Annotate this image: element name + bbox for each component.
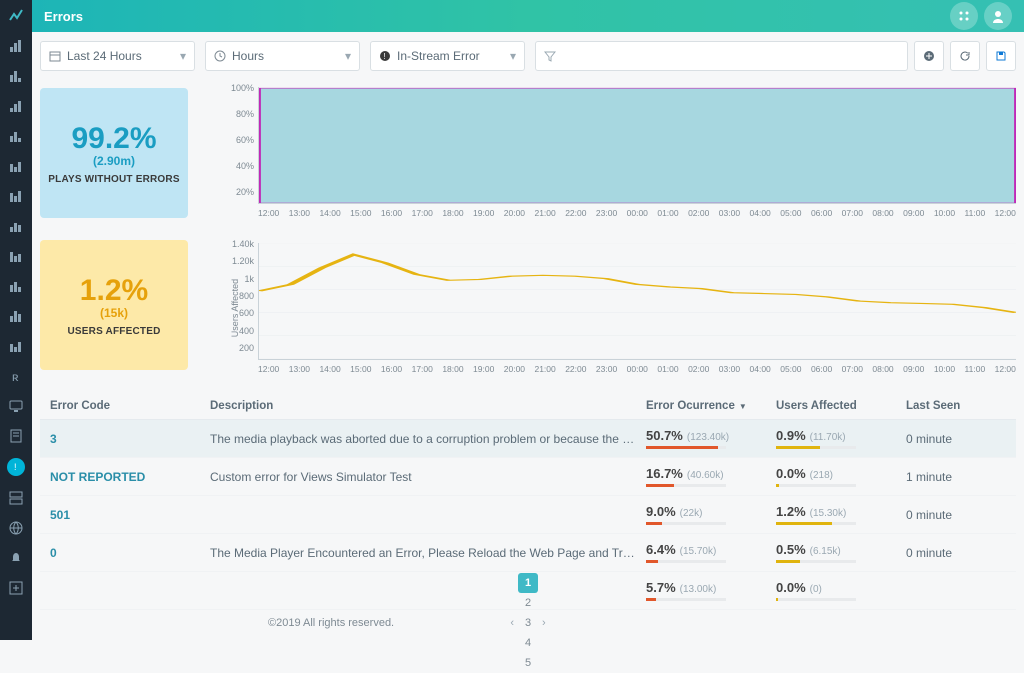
clock-icon bbox=[214, 50, 226, 62]
plays-label: PLAYS WITHOUT ERRORS bbox=[48, 174, 179, 185]
users-label: USERS AFFECTED bbox=[68, 326, 161, 337]
cell-seen: 0 minute bbox=[906, 432, 1016, 446]
cell-affected: 0.5%(6.15k) bbox=[776, 542, 906, 563]
topbar: Errors bbox=[32, 0, 1024, 32]
granularity-select[interactable]: Hours ▾ bbox=[205, 41, 360, 71]
page-prev[interactable]: ‹ bbox=[510, 617, 514, 629]
page-next[interactable]: › bbox=[542, 617, 546, 629]
sidebar-add-icon[interactable] bbox=[8, 580, 24, 596]
table-row[interactable]: 0The Media Player Encountered an Error, … bbox=[40, 534, 1016, 572]
plays-count: (2.90m) bbox=[93, 154, 135, 168]
warning-icon: ! bbox=[379, 50, 391, 62]
cell-seen: 0 minute bbox=[906, 508, 1016, 522]
sidebar-bar-icon-8[interactable] bbox=[8, 248, 24, 264]
page-4[interactable]: 4 bbox=[518, 633, 538, 653]
cell-occurrence: 9.0%(22k) bbox=[646, 504, 776, 525]
cell-desc: The media playback was aborted due to a … bbox=[210, 432, 646, 446]
svg-text:ʀ: ʀ bbox=[12, 370, 19, 383]
cell-seen: 1 minute bbox=[906, 470, 1016, 484]
page-5[interactable]: 5 bbox=[518, 653, 538, 673]
col-last-seen[interactable]: Last Seen bbox=[906, 400, 1016, 412]
svg-text:!: ! bbox=[384, 52, 386, 61]
cell-seen: 0 minute bbox=[906, 546, 1016, 560]
sidebar: ʀ ! bbox=[0, 0, 32, 640]
cell-occurrence: 16.7%(40.60k) bbox=[646, 466, 776, 487]
cell-occurrence: 50.7%(123.40k) bbox=[646, 428, 776, 449]
granularity-label: Hours bbox=[232, 49, 264, 63]
sidebar-bar-icon-9[interactable] bbox=[8, 278, 24, 294]
cell-affected: 0.9%(11.70k) bbox=[776, 428, 906, 449]
sidebar-bar-icon-11[interactable] bbox=[8, 338, 24, 354]
sidebar-alert-icon[interactable]: ! bbox=[7, 458, 25, 476]
plays-chart: 100%80%60%40%20% 12:0013:0014:0015:0016:… bbox=[210, 82, 1016, 222]
footer: ©2019 All rights reserved. ‹ 12345 › bbox=[32, 606, 1024, 640]
sidebar-r-icon[interactable]: ʀ bbox=[8, 368, 24, 384]
sidebar-doc-icon[interactable] bbox=[8, 428, 24, 444]
page-title: Errors bbox=[44, 9, 83, 24]
cell-code: NOT REPORTED bbox=[40, 470, 210, 484]
col-description[interactable]: Description bbox=[210, 400, 646, 412]
sidebar-layout-icon[interactable] bbox=[8, 490, 24, 506]
table-row[interactable]: 3The media playback was aborted due to a… bbox=[40, 420, 1016, 458]
error-type-select[interactable]: ! In-Stream Error ▾ bbox=[370, 41, 525, 71]
user-avatar-icon[interactable] bbox=[984, 2, 1012, 30]
calendar-icon bbox=[49, 50, 61, 62]
cell-occurrence: 5.7%(13.00k) bbox=[646, 580, 776, 601]
sidebar-bell-icon[interactable] bbox=[8, 550, 24, 566]
users-card: 1.2% (15k) USERS AFFECTED bbox=[40, 240, 188, 370]
sidebar-bar-icon-2[interactable] bbox=[8, 68, 24, 84]
page-1[interactable]: 1 bbox=[518, 573, 538, 593]
cell-affected: 1.2%(15.30k) bbox=[776, 504, 906, 525]
sidebar-monitor-icon[interactable] bbox=[8, 398, 24, 414]
copyright: ©2019 All rights reserved. bbox=[268, 617, 394, 629]
cell-occurrence: 6.4%(15.70k) bbox=[646, 542, 776, 563]
table-row[interactable]: 501 9.0%(22k)1.2%(15.30k)0 minute bbox=[40, 496, 1016, 534]
sidebar-bar-icon-4[interactable] bbox=[8, 128, 24, 144]
table-header: Error Code Description Error Ocurrence▼ … bbox=[40, 392, 1016, 420]
sidebar-logo-icon[interactable] bbox=[8, 8, 24, 24]
users-count: (15k) bbox=[100, 306, 128, 320]
apps-icon[interactable] bbox=[950, 2, 978, 30]
sort-desc-icon: ▼ bbox=[739, 402, 747, 411]
sidebar-bar-icon-6[interactable] bbox=[8, 188, 24, 204]
col-error-code[interactable]: Error Code bbox=[40, 400, 210, 412]
plays-card: 99.2% (2.90m) PLAYS WITHOUT ERRORS bbox=[40, 88, 188, 218]
table-row[interactable]: NOT REPORTEDCustom error for Views Simul… bbox=[40, 458, 1016, 496]
filter-icon bbox=[544, 50, 556, 62]
error-type-label: In-Stream Error bbox=[397, 49, 480, 63]
sidebar-bar-icon-1[interactable] bbox=[8, 38, 24, 54]
time-range-select[interactable]: Last 24 Hours ▾ bbox=[40, 41, 195, 71]
page-3[interactable]: 3 bbox=[518, 613, 538, 633]
chevron-down-icon: ▾ bbox=[180, 49, 186, 63]
chevron-down-icon: ▾ bbox=[345, 49, 351, 63]
refresh-button[interactable] bbox=[950, 41, 980, 71]
users-chart: Users Affected 1.40k1.20k1k800600400200 … bbox=[210, 238, 1016, 378]
plays-value: 99.2% bbox=[71, 122, 156, 156]
sidebar-bar-icon-10[interactable] bbox=[8, 308, 24, 324]
sidebar-bar-icon-3[interactable] bbox=[8, 98, 24, 114]
cell-code: 3 bbox=[40, 432, 210, 446]
cell-code: 0 bbox=[40, 546, 210, 560]
page-2[interactable]: 2 bbox=[518, 593, 538, 613]
add-button[interactable] bbox=[914, 41, 944, 71]
cell-desc: The Media Player Encountered an Error, P… bbox=[210, 546, 646, 560]
content-area: 99.2% (2.90m) PLAYS WITHOUT ERRORS 1.2% … bbox=[40, 82, 1016, 606]
users-value: 1.2% bbox=[80, 274, 148, 308]
filter-input[interactable] bbox=[535, 41, 908, 71]
search-area bbox=[535, 41, 1016, 71]
cell-code: 501 bbox=[40, 508, 210, 522]
col-occurrence[interactable]: Error Ocurrence▼ bbox=[646, 400, 776, 412]
sidebar-globe-icon[interactable] bbox=[8, 520, 24, 536]
save-button[interactable] bbox=[986, 41, 1016, 71]
cell-affected: 0.0%(218) bbox=[776, 466, 906, 487]
sidebar-bar-icon-5[interactable] bbox=[8, 158, 24, 174]
sidebar-bar-icon-7[interactable] bbox=[8, 218, 24, 234]
cell-desc: Custom error for Views Simulator Test bbox=[210, 470, 646, 484]
chevron-down-icon: ▾ bbox=[510, 49, 516, 63]
col-users-affected[interactable]: Users Affected bbox=[776, 400, 906, 412]
cell-affected: 0.0%(0) bbox=[776, 580, 906, 601]
filter-bar: Last 24 Hours ▾ Hours ▾ ! In-Stream Erro… bbox=[40, 40, 1016, 72]
svg-text:!: ! bbox=[14, 462, 17, 472]
time-range-label: Last 24 Hours bbox=[67, 49, 142, 63]
